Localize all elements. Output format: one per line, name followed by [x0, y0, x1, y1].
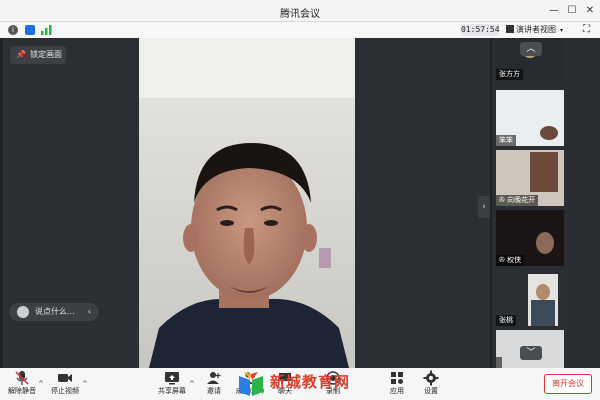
window-title: 腾讯会议	[280, 9, 320, 20]
speaker-video	[139, 38, 355, 368]
site-watermark: 新城教育网	[232, 368, 378, 400]
speaker-stage: 📌 锁定画面 说点什么... ‹	[3, 38, 490, 368]
mic-muted-icon: ✇	[499, 196, 505, 204]
stop-video-button[interactable]: 停止视频	[50, 370, 80, 396]
participant-name: 笨笨	[496, 135, 516, 146]
participant-name	[496, 357, 502, 368]
unmute-button[interactable]: 解除静音	[8, 370, 36, 396]
leave-meeting-button[interactable]: 离开会议	[544, 374, 592, 394]
participant-name: ✇ 向晚花开	[496, 195, 539, 206]
participant-thumb[interactable]: ✇ 权侠	[496, 210, 564, 266]
meeting-main-area: 📌 锁定画面 说点什么... ‹ › 张方方 ︿ 笨笨 ✇ 向晚花开 ✇ 权侠 …	[0, 38, 600, 368]
grid-view-icon	[506, 25, 514, 33]
minimize-icon[interactable]: —	[546, 3, 562, 19]
view-label: 演讲者视图	[516, 25, 556, 34]
participant-name: 张方方	[496, 69, 523, 80]
participant-thumb[interactable]: 笨笨	[496, 90, 564, 146]
share-screen-label: 共享屏幕	[158, 387, 186, 395]
apps-label: 应用	[390, 387, 404, 395]
participant-thumb[interactable]: 张桃	[496, 270, 564, 326]
maximize-icon[interactable]: ☐	[564, 3, 580, 19]
network-signal-icon[interactable]	[41, 25, 53, 35]
lock-view-button[interactable]: 📌 锁定画面	[10, 46, 66, 64]
pin-icon: 📌	[16, 50, 26, 59]
fullscreen-icon[interactable]: ⛶	[583, 24, 595, 36]
participant-video	[528, 274, 558, 326]
chevron-left-icon[interactable]: ‹	[88, 303, 91, 321]
mic-muted-icon: ✇	[499, 256, 505, 264]
participant-video	[540, 126, 558, 140]
share-screen-button[interactable]: 共享屏幕	[157, 370, 187, 396]
scroll-down-button[interactable]: ﹀	[520, 346, 542, 360]
participant-video	[536, 232, 554, 254]
chevron-up-icon[interactable]: ^	[82, 380, 88, 388]
chat-placeholder: 说点什么...	[35, 307, 75, 316]
participant-thumbnails-panel: 张方方 ︿ 笨笨 ✇ 向晚花开 ✇ 权侠 张桃 ﹀	[492, 38, 600, 368]
apps-button[interactable]: 应用	[386, 370, 408, 396]
chevron-up-icon[interactable]: ^	[189, 380, 195, 388]
participant-name: 张桃	[496, 315, 516, 326]
title-bar: 腾讯会议 — ☐ ✕	[0, 0, 600, 22]
book-logo-icon	[239, 372, 263, 396]
info-icon[interactable]: i	[8, 25, 18, 35]
participant-video	[530, 152, 558, 192]
stop-video-label: 停止视频	[51, 387, 79, 395]
view-switch-button[interactable]: 演讲者视图 ▾	[506, 24, 563, 36]
participant-thumb[interactable]: ✇ 向晚花开	[496, 150, 564, 206]
meeting-info-bar: i 01:57:54 演讲者视图 ▾ ⛶	[0, 22, 600, 38]
settings-label: 设置	[424, 387, 438, 395]
scroll-up-button[interactable]: ︿	[520, 42, 542, 56]
video-camera-icon	[58, 374, 72, 382]
chevron-down-icon: ▾	[560, 27, 564, 34]
close-icon[interactable]: ✕	[582, 3, 598, 19]
invite-label: 邀请	[207, 387, 221, 395]
emoji-icon[interactable]	[17, 306, 29, 318]
participant-name: ✇ 权侠	[496, 255, 525, 266]
chat-quick-input[interactable]: 说点什么... ‹	[9, 303, 99, 321]
apps-grid-icon	[391, 372, 403, 384]
meeting-timer: 01:57:54	[461, 24, 500, 36]
invite-button[interactable]: 邀请	[203, 370, 225, 396]
settings-button[interactable]: 设置	[420, 370, 442, 396]
lock-view-label: 锁定画面	[29, 50, 62, 59]
mic-muted-icon	[15, 371, 29, 385]
chevron-up-icon[interactable]: ^	[38, 380, 44, 388]
security-shield-icon[interactable]	[25, 25, 35, 35]
gear-icon	[423, 370, 439, 386]
watermark-text: 新城教育网	[270, 373, 351, 391]
collapse-panel-button[interactable]: ›	[478, 196, 490, 218]
share-screen-icon	[165, 372, 179, 385]
unmute-label: 解除静音	[8, 387, 36, 395]
speaker-video-image	[139, 38, 355, 368]
add-user-icon	[207, 372, 221, 384]
